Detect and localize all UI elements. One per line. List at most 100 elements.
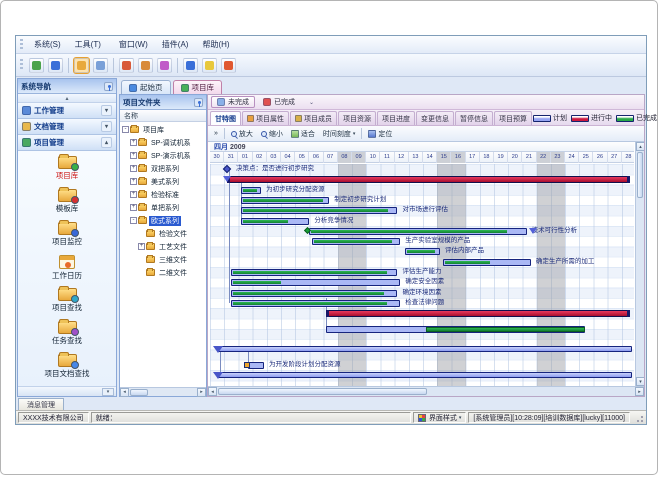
globe-icon[interactable] <box>48 58 63 73</box>
locate-button[interactable]: 定位 <box>364 128 396 140</box>
chevron-icon[interactable]: ▾ <box>101 121 112 132</box>
scroll-right-icon[interactable]: ▸ <box>197 388 206 397</box>
scrollbar-thumb[interactable] <box>637 152 643 198</box>
tree-item[interactable]: +SP-调试机系 <box>120 136 206 149</box>
message-manage-tab[interactable]: 消息管理 <box>18 398 64 410</box>
collapse-icon[interactable]: - <box>130 217 137 224</box>
expand-icon[interactable]: + <box>130 165 137 172</box>
lock-icon[interactable] <box>202 58 217 73</box>
gantt-tab-项目预算[interactable]: 项目预算 <box>494 111 532 125</box>
day-cell: 31 <box>224 152 238 163</box>
gantt-tab-项目进度[interactable]: 项目进度 <box>377 111 415 125</box>
pin-icon[interactable] <box>194 98 203 107</box>
nav-scroll-up[interactable]: ▴ <box>18 94 116 103</box>
nav-item-模板库[interactable]: 模板库 <box>21 187 113 220</box>
menu-item[interactable]: 帮助(H) <box>195 38 236 51</box>
nav-item-工作日历[interactable]: 工作日历 <box>21 253 113 286</box>
chevron-icon[interactable]: ▾ <box>101 105 112 116</box>
day-cell: 16 <box>451 152 465 163</box>
expand-icon[interactable]: + <box>130 178 137 185</box>
scroll-left-icon[interactable]: ◂ <box>120 388 129 397</box>
doc-tab-项目库[interactable]: 项目库 <box>173 80 223 94</box>
gantt-tab-项目成员[interactable]: 项目成员 <box>290 111 337 125</box>
timescale-dropdown[interactable]: 时间刻度▾ <box>319 128 360 140</box>
expand-icon[interactable]: + <box>130 152 137 159</box>
chevron-icon[interactable]: ▴ <box>101 137 112 148</box>
nav-item-项目查找[interactable]: 项目查找 <box>21 286 113 319</box>
pin-icon[interactable] <box>104 82 113 91</box>
ui-style-dropdown[interactable]: 界面样式 ▾ <box>413 412 466 423</box>
exit-icon[interactable] <box>221 58 236 73</box>
report-icon[interactable] <box>138 58 153 73</box>
nav-group-项目管理[interactable]: 项目管理▴ <box>18 135 116 151</box>
nav-item-项目监控[interactable]: 项目监控 <box>21 220 113 253</box>
nav-item-项目文档查找[interactable]: 项目文档查找 <box>21 352 113 385</box>
folder-icon <box>138 139 147 146</box>
filter-tab-已完成[interactable]: 已完成 <box>258 96 300 108</box>
day-cell: 12 <box>395 152 409 163</box>
doc-tab-起始页[interactable]: 起始页 <box>121 80 171 94</box>
gantt-tab-项目属性[interactable]: 项目属性 <box>242 111 289 125</box>
ready-cell: 就绪： <box>91 412 411 423</box>
monitor-icon[interactable] <box>29 58 44 73</box>
menu-item[interactable]: 工具(T) <box>68 38 108 51</box>
tree-column-header[interactable]: 名称 <box>120 110 206 122</box>
folder-icon <box>58 321 77 334</box>
folder-badge <box>71 295 79 303</box>
tree-item[interactable]: +检验标准 <box>120 188 206 201</box>
mail-icon[interactable] <box>119 58 134 73</box>
gantt-tab-项目资源[interactable]: 项目资源 <box>338 111 376 125</box>
open-folder-icon[interactable] <box>74 58 89 73</box>
scroll-down-icon[interactable]: ▾ <box>636 377 644 386</box>
tree-item[interactable]: -项目库 <box>120 123 206 136</box>
nav-group-工作管理[interactable]: 工作管理▾ <box>18 103 116 119</box>
tree-item[interactable]: -欧式系列 <box>120 214 206 227</box>
menu-item[interactable]: 窗口(W) <box>112 38 155 51</box>
nav-scroll-down-button[interactable]: ▾ <box>102 388 114 396</box>
expand-icon[interactable]: + <box>130 191 137 198</box>
tree-item[interactable]: 检验文件 <box>120 227 206 240</box>
toolbar-gripper <box>20 59 23 71</box>
gantt-tab-变更信息[interactable]: 变更信息 <box>416 111 454 125</box>
window-icon[interactable] <box>93 58 108 73</box>
collapse-icon[interactable]: - <box>122 126 129 133</box>
menu-item[interactable]: 插件(A) <box>155 38 196 51</box>
gantt-tab-暂停信息[interactable]: 暂停信息 <box>455 111 493 125</box>
chevron-down-icon[interactable]: ⌄ <box>309 99 314 106</box>
tree-item[interactable]: 三维文件 <box>120 253 206 266</box>
tree-item[interactable]: 二维文件 <box>120 266 206 279</box>
print-icon[interactable] <box>157 58 172 73</box>
help-icon[interactable] <box>183 58 198 73</box>
toolbar-overflow-button[interactable]: » <box>210 129 222 138</box>
scrollbar-thumb[interactable] <box>218 388 427 395</box>
tree-item[interactable]: +双把系列 <box>120 162 206 175</box>
tree-item[interactable]: +美式系列 <box>120 175 206 188</box>
tree-item[interactable]: +单把系列 <box>120 201 206 214</box>
scrollbar-thumb[interactable] <box>130 389 148 396</box>
nav-item-项目库[interactable]: 项目库 <box>21 154 113 187</box>
expand-icon[interactable]: + <box>130 139 137 146</box>
scroll-left-icon[interactable]: ◂ <box>208 387 217 396</box>
scroll-up-icon[interactable]: ▴ <box>636 142 644 151</box>
tree-item[interactable]: +SP-演示机系 <box>120 149 206 162</box>
nav-group-文档管理[interactable]: 文档管理▾ <box>18 119 116 135</box>
expand-icon[interactable]: + <box>138 243 145 250</box>
day-cell: 18 <box>480 152 494 163</box>
fit-button[interactable]: 适合 <box>287 128 319 140</box>
zoom-out-button[interactable]: 缩小 <box>257 128 287 140</box>
folder-badge <box>71 229 79 237</box>
gantt-vertical-scrollbar[interactable]: ▴ ▾ <box>635 142 644 386</box>
resize-grip[interactable] <box>634 413 644 423</box>
menu-item[interactable]: 系统(S) <box>27 38 68 51</box>
chevron-up-icon: ▴ <box>65 95 68 102</box>
help-icon-glyph <box>186 61 195 70</box>
scroll-right-icon[interactable]: ▸ <box>635 387 644 396</box>
zoom-in-button[interactable]: 放大 <box>227 128 257 140</box>
expand-icon[interactable]: + <box>130 204 137 211</box>
gantt-tab-甘特图[interactable]: 甘特图 <box>210 111 241 125</box>
gantt-horizontal-scrollbar[interactable]: ◂ ▸ <box>208 386 644 396</box>
nav-item-任务查找[interactable]: 任务查找 <box>21 319 113 352</box>
tree-item[interactable]: +工艺文件 <box>120 240 206 253</box>
tree-horizontal-scrollbar[interactable]: ◂ ▸ <box>120 387 206 396</box>
filter-tab-未完成[interactable]: 未完成 <box>211 96 255 108</box>
